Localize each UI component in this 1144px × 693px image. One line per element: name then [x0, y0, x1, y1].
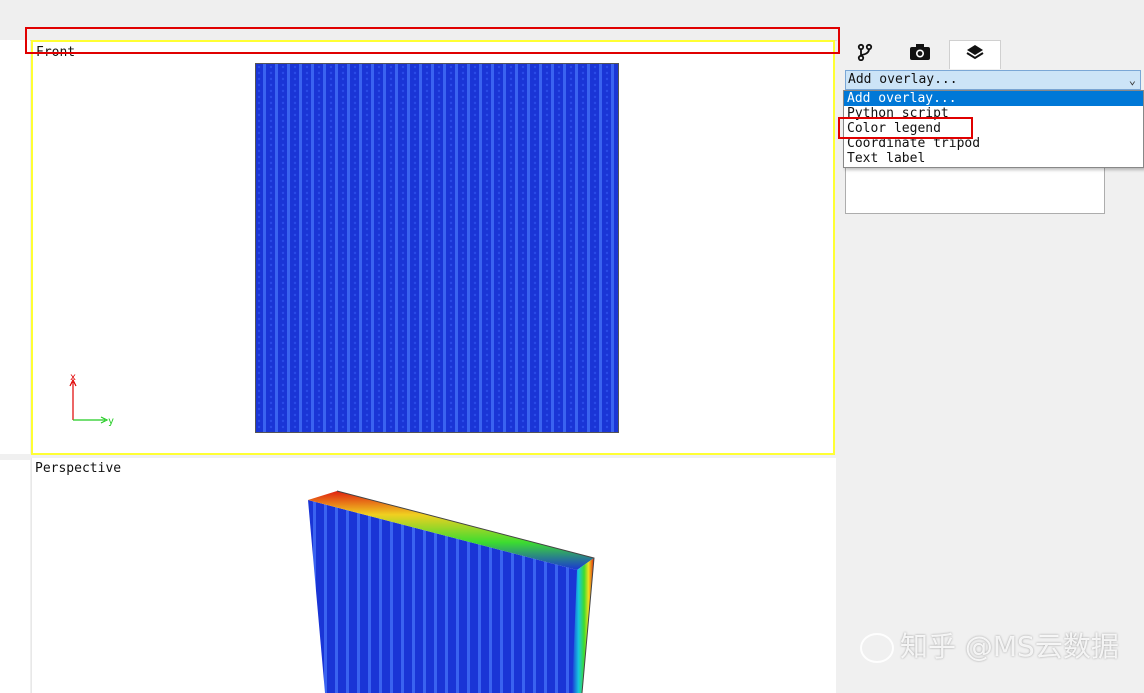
- watermark-text: 知乎 @MS云数据: [900, 630, 1119, 663]
- add-overlay-select-value: Add overlay...: [848, 72, 958, 87]
- left-margin: [0, 40, 30, 693]
- tab-pipeline[interactable]: [839, 40, 891, 68]
- camera-icon: [909, 43, 931, 65]
- front-viewport[interactable]: Front x y: [31, 40, 835, 455]
- viewport-splitter[interactable]: [0, 454, 30, 460]
- menu-item-text-label[interactable]: Text label: [844, 151, 1143, 166]
- overlay-dropdown-menu: Add overlay... Python script Color legen…: [843, 90, 1144, 168]
- tripod-x-label: x: [70, 372, 76, 383]
- layers-icon: [966, 44, 984, 66]
- coordinate-tripod: x y: [69, 372, 114, 427]
- tripod-y-label: y: [108, 416, 114, 427]
- pipeline-icon: [856, 43, 874, 65]
- watermark: 知乎 @MS云数据: [860, 625, 1119, 665]
- tab-overlays[interactable]: [949, 40, 1001, 69]
- perspective-viewport[interactable]: Perspective: [31, 458, 836, 693]
- menu-item-color-legend[interactable]: Color legend: [844, 121, 1143, 136]
- tab-render[interactable]: [894, 40, 946, 68]
- add-overlay-select[interactable]: Add overlay... ⌄: [845, 70, 1141, 90]
- menu-item-add-overlay[interactable]: Add overlay...: [844, 91, 1143, 106]
- menu-item-python-script[interactable]: Python script: [844, 106, 1143, 121]
- menu-item-coordinate-tripod[interactable]: Coordinate tripod: [844, 136, 1143, 151]
- front-model-render: [255, 63, 619, 433]
- perspective-model-render: [308, 490, 595, 693]
- zhihu-logo-icon: [860, 633, 894, 663]
- top-toolbar: [0, 0, 1144, 41]
- viewport-caption-front[interactable]: Front: [36, 45, 75, 60]
- chevron-down-icon: ⌄: [1128, 73, 1136, 87]
